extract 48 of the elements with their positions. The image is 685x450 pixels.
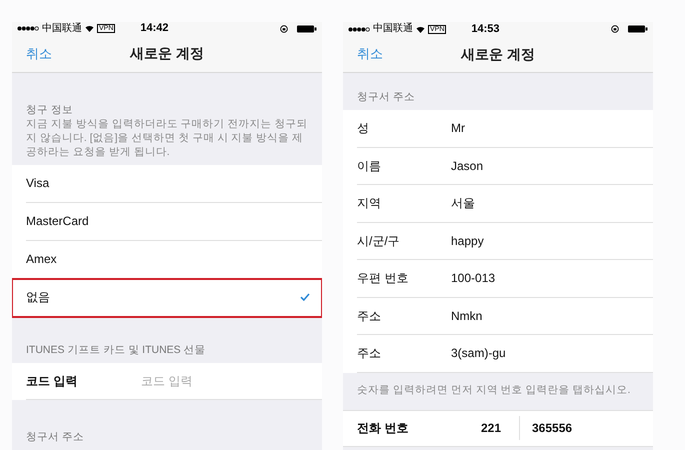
nav-title: 새로운 계정 bbox=[461, 44, 535, 64]
area-code-field[interactable]: 221 bbox=[481, 419, 519, 437]
field-label: 시/군/구 bbox=[357, 232, 401, 250]
text-field[interactable]: 코드 입력 bbox=[141, 372, 291, 390]
field-label: 주소 bbox=[357, 345, 382, 362]
signal-icon bbox=[17, 26, 39, 32]
text-field[interactable]: 3(sam)-gu bbox=[451, 344, 601, 362]
status-time: 14:53 bbox=[471, 24, 500, 34]
checkmark-icon bbox=[300, 293, 310, 302]
option-label: Visa bbox=[26, 175, 50, 192]
field-label: 성 bbox=[357, 120, 370, 138]
nav-title: 새로운 계정 bbox=[130, 44, 204, 64]
phone-number-field[interactable]: 365556 bbox=[532, 419, 632, 437]
payment-option[interactable]: 없음 bbox=[12, 278, 322, 317]
option-label: MasterCard bbox=[26, 213, 90, 230]
text-field[interactable]: 서울 bbox=[451, 194, 601, 212]
status-time: 14:42 bbox=[140, 23, 169, 34]
payment-option[interactable]: Amex bbox=[12, 240, 322, 279]
payment-option[interactable]: MasterCard bbox=[12, 202, 322, 241]
section-header: 청구서 주소 bbox=[357, 90, 416, 104]
field-label: 우편 번호 bbox=[357, 270, 410, 288]
rotation-lock-icon bbox=[280, 24, 288, 33]
field-label: 지역 bbox=[357, 195, 382, 212]
field-label: 코드 입력 bbox=[26, 372, 78, 390]
battery-icon bbox=[628, 25, 648, 33]
section-header: 청구 정보 bbox=[26, 102, 74, 117]
text-field[interactable]: Nmkn bbox=[451, 306, 601, 325]
option-label: Amex bbox=[26, 251, 58, 268]
section-note: 지금 지불 방식을 입력하더라도 구매하기 전까지는 청구되지 않습니다. [없음]을 선택하면 첫 구매 시 지불 방식을 제공하라는 요청을 받게 됩니다. bbox=[26, 116, 308, 159]
wifi-icon bbox=[416, 26, 425, 32]
carrier-name: 中国联通 bbox=[373, 24, 413, 34]
field-label: 전화 번호 bbox=[357, 420, 410, 437]
payment-option[interactable]: Visa bbox=[12, 164, 322, 203]
signal-icon bbox=[348, 26, 370, 32]
section-header: 청구서 주소 bbox=[26, 430, 85, 444]
wifi-icon bbox=[85, 25, 94, 32]
text-field[interactable]: 100-013 bbox=[451, 269, 601, 288]
battery-icon bbox=[297, 24, 317, 33]
text-field[interactable]: Jason bbox=[451, 156, 601, 175]
field-label: 주소 bbox=[357, 308, 382, 325]
option-label: 없음 bbox=[26, 289, 51, 306]
text-field[interactable]: Mr bbox=[451, 119, 601, 138]
section-header: ITUNES 기프트 카드 및 ITUNES 선물 bbox=[26, 342, 207, 357]
field-label: 이름 bbox=[357, 158, 382, 175]
carrier-name: 中国联通 bbox=[42, 24, 82, 34]
rotation-lock-icon bbox=[611, 25, 619, 33]
text-field[interactable]: happy bbox=[451, 232, 601, 250]
hint-text: 숫자를 입력하려면 먼저 지역 번호 입력란을 탭하십시오. bbox=[357, 383, 630, 398]
